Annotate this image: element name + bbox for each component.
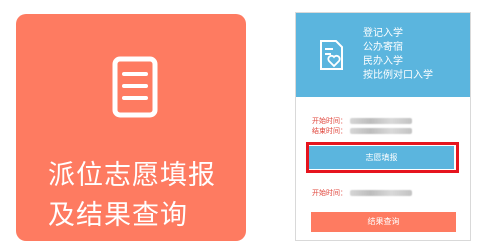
- panel-header: 登记入学 公办寄宿 民办入学 按比例对口入学: [296, 13, 470, 97]
- heart-document-icon: [320, 40, 343, 70]
- apply-end-label: 结束时间：: [312, 127, 347, 135]
- result-time-block: 开始时间：: [312, 188, 412, 198]
- category-item[interactable]: 公办寄宿: [363, 41, 433, 55]
- category-item[interactable]: 民办入学: [363, 55, 433, 69]
- category-item[interactable]: 登记入学: [363, 27, 433, 41]
- apply-button[interactable]: 志愿填报: [309, 146, 454, 169]
- admission-panel: 登记入学 公办寄宿 民办入学 按比例对口入学 开始时间： 结束时间： 志愿填报 …: [295, 12, 471, 241]
- tile-title: 派位志愿填报 及结果查询: [48, 160, 216, 231]
- redacted-end-time: [350, 128, 412, 134]
- admission-category-list: 登记入学 公办寄宿 民办入学 按比例对口入学: [363, 27, 433, 83]
- result-start-label: 开始时间：: [312, 189, 347, 197]
- apply-start-label: 开始时间：: [312, 117, 347, 125]
- redacted-result-time: [350, 190, 412, 196]
- result-query-button[interactable]: 结果查询: [311, 212, 456, 232]
- volunteer-application-tile[interactable]: 派位志愿填报 及结果查询: [16, 14, 246, 241]
- category-item[interactable]: 按比例对口入学: [363, 69, 433, 83]
- document-list-icon: [112, 56, 158, 118]
- redacted-start-time: [350, 118, 412, 124]
- apply-time-block: 开始时间： 结束时间：: [312, 116, 412, 136]
